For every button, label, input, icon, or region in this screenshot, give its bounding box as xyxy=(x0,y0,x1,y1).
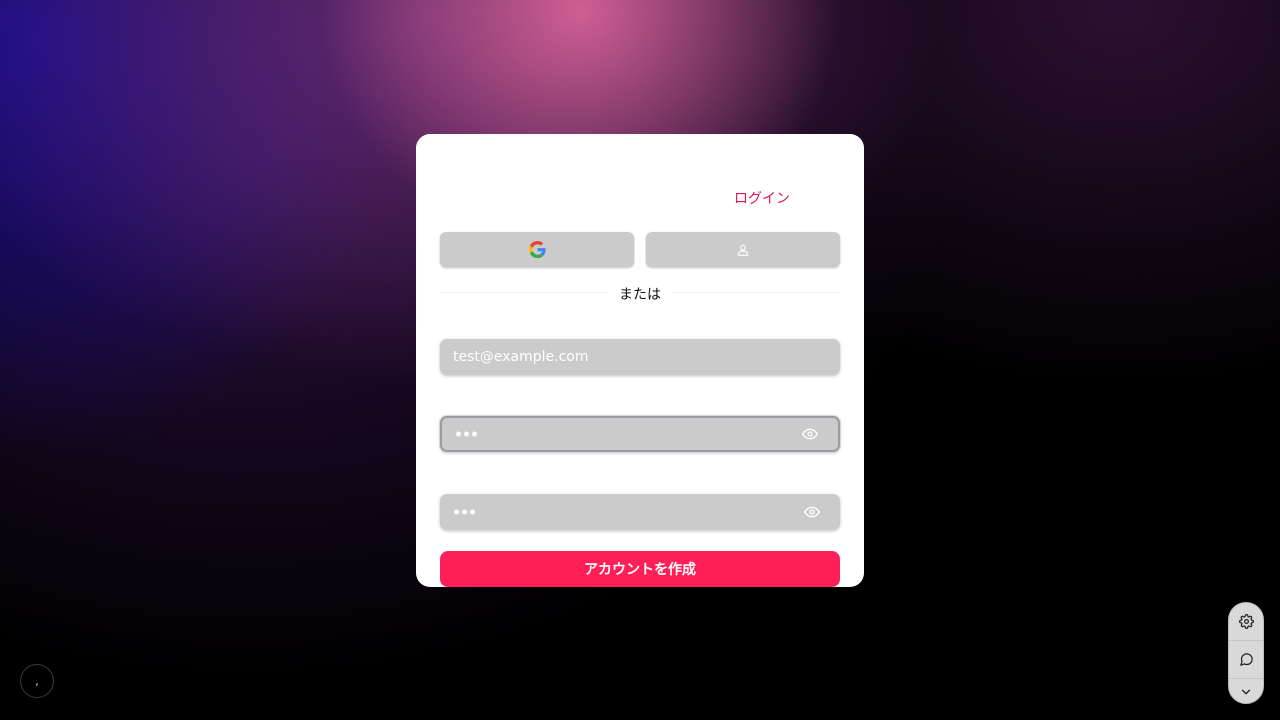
gear-icon xyxy=(1238,614,1254,629)
divider-text: または xyxy=(619,287,661,303)
eye-icon[interactable] xyxy=(802,426,818,442)
confirm-password-mask xyxy=(454,509,475,515)
chat-button[interactable] xyxy=(1229,640,1263,678)
password-field[interactable] xyxy=(440,416,840,452)
guest-signin-button[interactable] xyxy=(646,232,840,267)
login-link[interactable]: ログイン xyxy=(734,188,790,208)
or-divider: または xyxy=(440,284,840,303)
email-field xyxy=(440,339,840,375)
password-mask xyxy=(456,431,477,437)
google-signin-button[interactable] xyxy=(440,232,634,267)
floating-toolbar xyxy=(1228,602,1264,704)
divider-line-right xyxy=(672,292,840,293)
email-input[interactable] xyxy=(440,339,840,375)
corner-circle-button[interactable]: , xyxy=(20,664,54,698)
confirm-password-field[interactable] xyxy=(440,494,840,530)
google-icon xyxy=(528,241,546,258)
eye-icon[interactable] xyxy=(804,504,820,520)
chevron-down-icon xyxy=(1241,689,1251,695)
user-icon xyxy=(737,244,749,256)
settings-button[interactable] xyxy=(1229,603,1263,640)
signup-card: ログイン または アカウントを作 xyxy=(416,134,864,587)
create-account-button[interactable]: アカウントを作成 xyxy=(440,551,840,587)
chat-icon xyxy=(1239,653,1253,666)
